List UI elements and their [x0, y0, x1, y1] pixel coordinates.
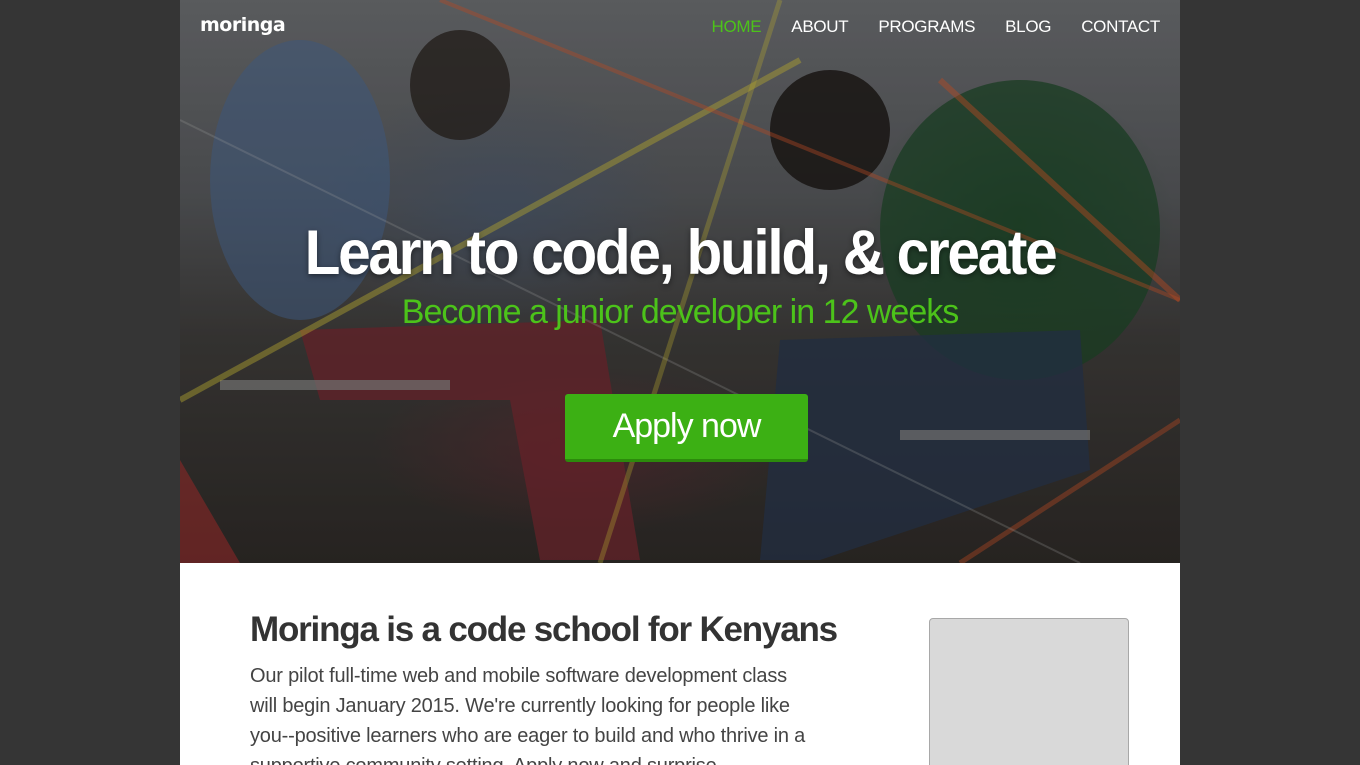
hero-subheadline: Become a junior developer in 12 weeks [401, 293, 959, 331]
nav-contact[interactable]: CONTACT [1081, 17, 1160, 37]
nav-programs[interactable]: PROGRAMS [878, 17, 975, 37]
sidebar-image-placeholder [929, 618, 1129, 765]
site-logo[interactable]: moringa [200, 14, 286, 36]
nav-about[interactable]: ABOUT [791, 17, 848, 37]
nav-blog[interactable]: BLOG [1005, 17, 1051, 37]
about-title: Moringa is a code school for Kenyans [250, 610, 838, 649]
about-text: Our pilot full-time web and mobile softw… [250, 665, 806, 765]
nav-home[interactable]: HOME [711, 17, 761, 37]
page-container: moringa HOME ABOUT PROGRAMS BLOG CONTACT… [180, 0, 1180, 765]
main-nav: HOME ABOUT PROGRAMS BLOG CONTACT [711, 17, 1160, 37]
hero-headline: Learn to code, build, & create [304, 218, 1058, 288]
apply-now-button[interactable]: Apply now [565, 394, 808, 462]
hero-section: moringa HOME ABOUT PROGRAMS BLOG CONTACT… [180, 0, 1180, 563]
